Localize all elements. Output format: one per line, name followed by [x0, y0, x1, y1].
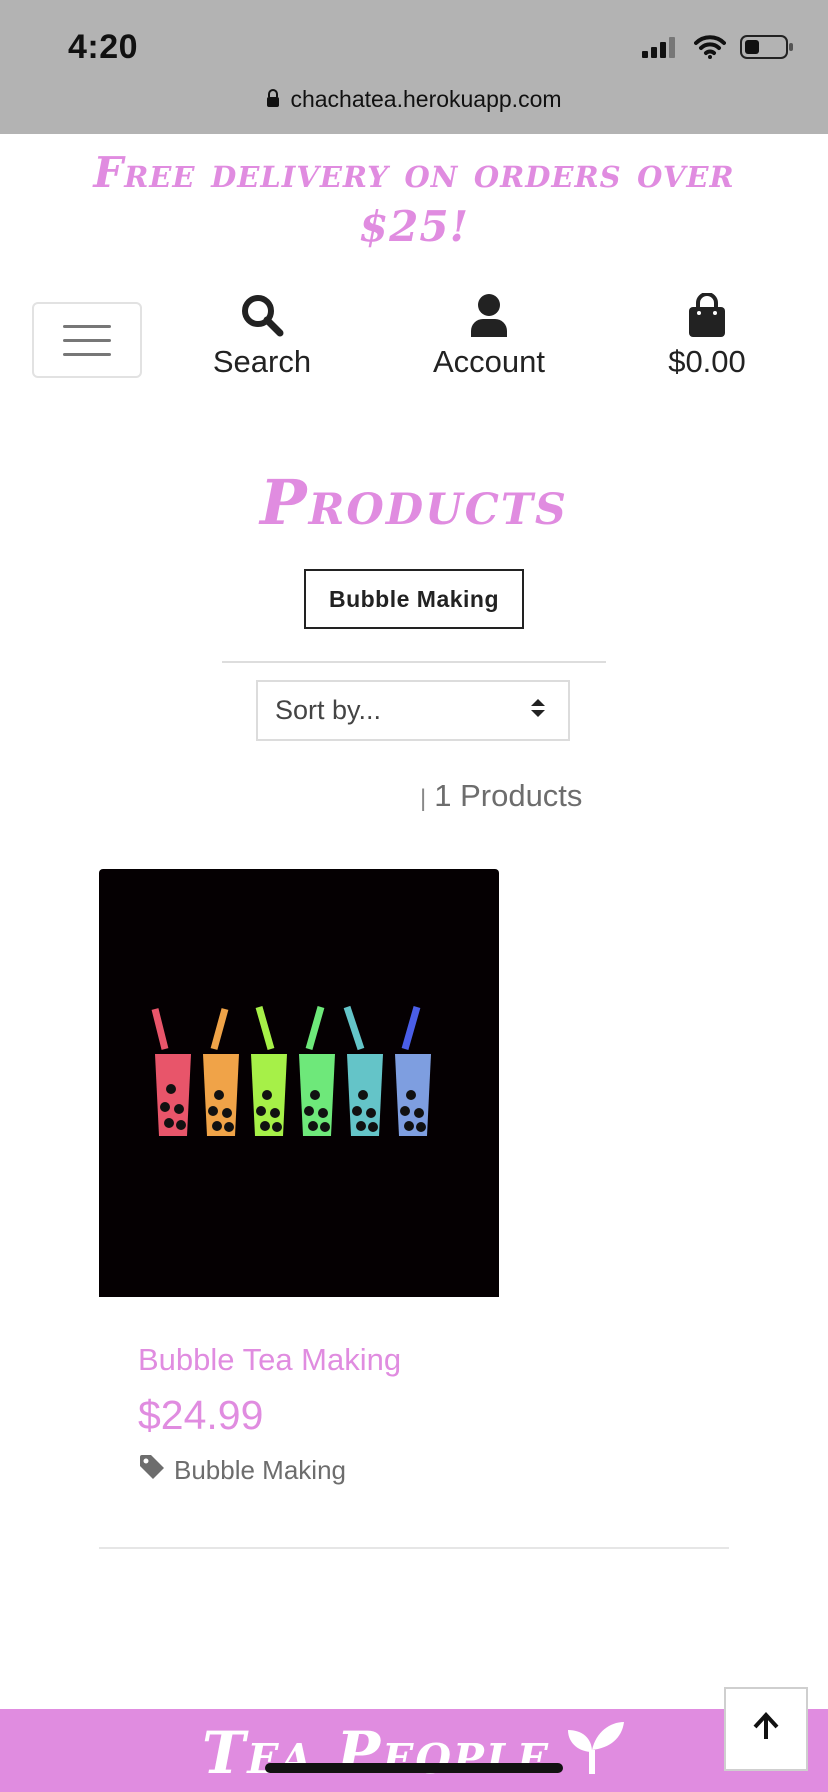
lock-icon: [266, 86, 280, 113]
browser-status-area: 4:20 chachatea.herokuapp.com: [0, 0, 828, 134]
sort-caret-icon: [530, 695, 546, 726]
search-icon: [240, 292, 284, 338]
hamburger-menu-icon: [63, 324, 111, 328]
sprout-icon: [562, 1716, 626, 1790]
user-icon: [469, 292, 509, 338]
count-text: 1 Products: [434, 778, 583, 813]
home-indicator[interactable]: [265, 1763, 563, 1773]
account-label: Account: [432, 344, 545, 379]
url-bar[interactable]: chachatea.herokuapp.com: [0, 86, 828, 113]
cart-total: $0.00: [668, 344, 746, 379]
footer-brand[interactable]: Tea People: [0, 1716, 828, 1790]
product-image[interactable]: [99, 869, 499, 1297]
tag-icon: [138, 1454, 166, 1487]
wifi-icon: [694, 35, 726, 64]
search-label: Search: [212, 344, 312, 379]
arrow-up-icon: [750, 1711, 782, 1748]
sort-selected-value: Sort by...: [275, 695, 382, 725]
search-nav-link[interactable]: Search: [212, 292, 312, 380]
product-price: $24.99: [138, 1392, 264, 1438]
promo-banner: Free delivery on orders over $25!: [93, 148, 735, 251]
sort-select[interactable]: Sort by...: [256, 680, 570, 741]
product-count: | 1 Products: [420, 778, 582, 814]
product-category-label: Bubble Making: [174, 1455, 346, 1485]
back-to-top-button[interactable]: [724, 1687, 808, 1771]
shopping-bag-icon: [687, 292, 727, 338]
cellular-signal-icon: [642, 36, 680, 63]
count-separator: |: [420, 785, 427, 812]
bubble-tea-cups-illustration: [151, 1005, 431, 1136]
account-nav-link[interactable]: Account: [426, 292, 552, 380]
divider: [222, 661, 606, 663]
product-name-link[interactable]: Bubble Tea Making: [138, 1342, 401, 1378]
status-icons: [642, 34, 794, 65]
footer-brand-text: Tea People: [202, 1719, 550, 1787]
product-category-link[interactable]: Bubble Making: [138, 1454, 346, 1487]
cart-nav-link[interactable]: $0.00: [664, 292, 750, 380]
status-time: 4:20: [68, 28, 139, 66]
page-title: Products: [260, 466, 568, 539]
battery-icon: [740, 34, 794, 65]
url-text: chachatea.herokuapp.com: [290, 86, 562, 112]
divider: [99, 1547, 729, 1549]
hamburger-menu-button[interactable]: [32, 302, 142, 378]
category-filter-button[interactable]: Bubble Making: [304, 569, 524, 629]
